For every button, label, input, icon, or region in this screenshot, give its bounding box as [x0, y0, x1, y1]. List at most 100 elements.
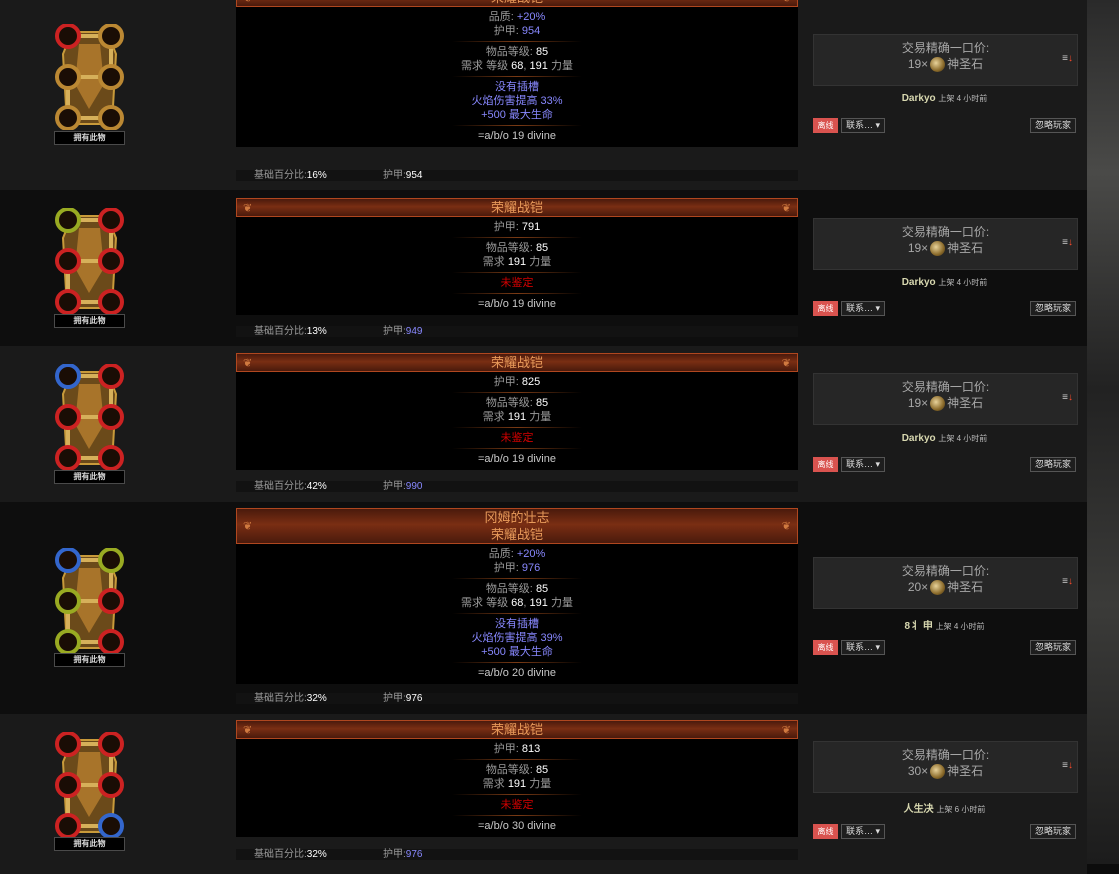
item-mod: +500 最大生命 [481, 646, 553, 658]
chest-armour-icon[interactable] [54, 363, 125, 471]
socket-icon [98, 363, 124, 389]
armour-stat: 护甲:949 [383, 326, 422, 337]
ignore-player-button[interactable]: 忽略玩家 [1030, 118, 1076, 133]
armour-label: 护甲: [383, 170, 406, 181]
contact-dropdown[interactable]: 联系… ▾ [841, 640, 885, 655]
socket-icon [55, 404, 81, 430]
item-panel: ❦❦荣耀战铠品质: +20%护甲: 954物品等级: 85需求 等级 68, 1… [236, 0, 798, 147]
socket-icon [98, 445, 124, 471]
property-label: 需求 [482, 778, 508, 790]
item-icon-wrap[interactable] [54, 23, 125, 131]
item-property: 需求 191 力量 [236, 410, 798, 424]
item-name: 荣耀战铠 [490, 355, 543, 370]
owned-label[interactable]: 拥有此物 [54, 131, 125, 145]
ignore-player-button[interactable]: 忽略玩家 [1030, 640, 1076, 655]
item-name: 荣耀战铠 [490, 200, 543, 215]
owned-label[interactable]: 拥有此物 [54, 653, 125, 667]
item-mod: +500 最大生命 [481, 109, 553, 121]
socket-icon [98, 731, 124, 757]
socket-icon [98, 289, 124, 315]
property-value: 85 [535, 583, 549, 595]
base-percentile: 基础百分比:32% [254, 849, 327, 860]
contact-label: 联系… [846, 826, 874, 836]
seller-name: Darkyo [901, 93, 936, 104]
chest-armour-icon[interactable] [54, 23, 125, 131]
separator [452, 41, 582, 42]
offline-button[interactable]: 离线 [813, 640, 838, 655]
chest-armour-icon[interactable] [54, 207, 125, 315]
offline-button[interactable]: 离线 [813, 301, 838, 316]
ignore-player-button[interactable]: 忽略玩家 [1030, 824, 1076, 839]
contact-dropdown[interactable]: 联系… ▾ [841, 457, 885, 472]
ornament-right-icon: ❦ [781, 520, 791, 533]
owned-label[interactable]: 拥有此物 [54, 837, 125, 851]
item-icon-wrap[interactable] [54, 547, 125, 655]
offline-button[interactable]: 离线 [813, 118, 838, 133]
sort-price-icon[interactable]: ≡↓ [1062, 53, 1073, 64]
price-label: 交易精确一口价: [901, 748, 990, 762]
armour-label: 护甲: [383, 849, 406, 860]
sort-price-icon[interactable]: ≡↓ [1062, 237, 1073, 248]
contact-label: 联系… [846, 120, 874, 130]
item-icon-wrap[interactable] [54, 731, 125, 839]
socket-icon [55, 248, 81, 274]
property-label: 物品等级: [485, 583, 536, 595]
sort-price-icon[interactable]: ≡↓ [1062, 576, 1073, 587]
contact-dropdown[interactable]: 联系… ▾ [841, 301, 885, 316]
base-percentile: 基础百分比:42% [254, 481, 327, 492]
offline-button[interactable]: 离线 [813, 824, 838, 839]
base-pct-value: 32% [306, 693, 327, 704]
separator [452, 272, 582, 273]
ignore-player-button[interactable]: 忽略玩家 [1030, 301, 1076, 316]
chest-armour-icon[interactable] [54, 547, 125, 655]
separator [452, 794, 582, 795]
property-value: 825 [521, 376, 541, 388]
owned-label[interactable]: 拥有此物 [54, 314, 125, 328]
property-label: 需求 等级 [461, 597, 512, 609]
property-label: 物品等级: [485, 764, 536, 776]
property-label: 力量 [526, 256, 552, 268]
seller-info: 8丬 申 上架 4 小时前 [813, 617, 1076, 632]
separator [452, 578, 582, 579]
price-qty: 30× [907, 764, 929, 778]
armour-label: 护甲: [383, 481, 406, 492]
item-property: 品质: +20% [236, 547, 798, 561]
socket-icon [98, 105, 124, 131]
socket-icon [55, 445, 81, 471]
property-value: 813 [521, 743, 541, 755]
currency-name: 神圣石 [947, 764, 984, 778]
sort-price-icon[interactable]: ≡↓ [1062, 760, 1073, 771]
divine-orb-icon [930, 396, 946, 412]
armour-stat: 护甲:954 [383, 170, 422, 181]
base-pct-value: 13% [306, 326, 327, 337]
base-pct-label: 基础百分比: [254, 481, 307, 492]
price-qty: 19× [907, 57, 929, 71]
armour-stat: 护甲:990 [383, 481, 422, 492]
armour-value: 949 [405, 326, 423, 337]
property-value: 85 [535, 764, 549, 776]
item-property: 物品等级: 85 [236, 582, 798, 596]
item-header: ❦ ❦ 冈姆的壮志 荣耀战铠 [236, 508, 798, 544]
item-header: ❦ ❦荣耀战铠 [236, 0, 798, 7]
ornament-right-icon: ❦ [781, 202, 791, 214]
item-icon-wrap[interactable] [54, 207, 125, 315]
ignore-player-button[interactable]: 忽略玩家 [1030, 457, 1076, 472]
seller-info: Darkyo 上架 4 小时前 [813, 93, 1076, 104]
owned-label[interactable]: 拥有此物 [54, 470, 125, 484]
offline-button[interactable]: 离线 [813, 457, 838, 472]
chest-armour-icon[interactable] [54, 731, 125, 839]
divine-orb-icon [930, 764, 946, 780]
contact-dropdown[interactable]: 联系… ▾ [841, 824, 885, 839]
socket-icon [55, 289, 81, 315]
price-note: =a/b/o 19 divine [478, 298, 556, 310]
property-value: 954 [521, 25, 541, 37]
price-label: 交易精确一口价: [901, 41, 990, 55]
property-value: 68 [511, 60, 524, 72]
armour-stat: 护甲:976 [383, 849, 422, 860]
property-label: 护甲: [493, 743, 522, 755]
base-pct-value: 42% [306, 481, 327, 492]
property-label: 护甲: [493, 562, 522, 574]
sort-price-icon[interactable]: ≡↓ [1062, 392, 1073, 403]
contact-dropdown[interactable]: 联系… ▾ [841, 118, 885, 133]
item-icon-wrap[interactable] [54, 363, 125, 471]
